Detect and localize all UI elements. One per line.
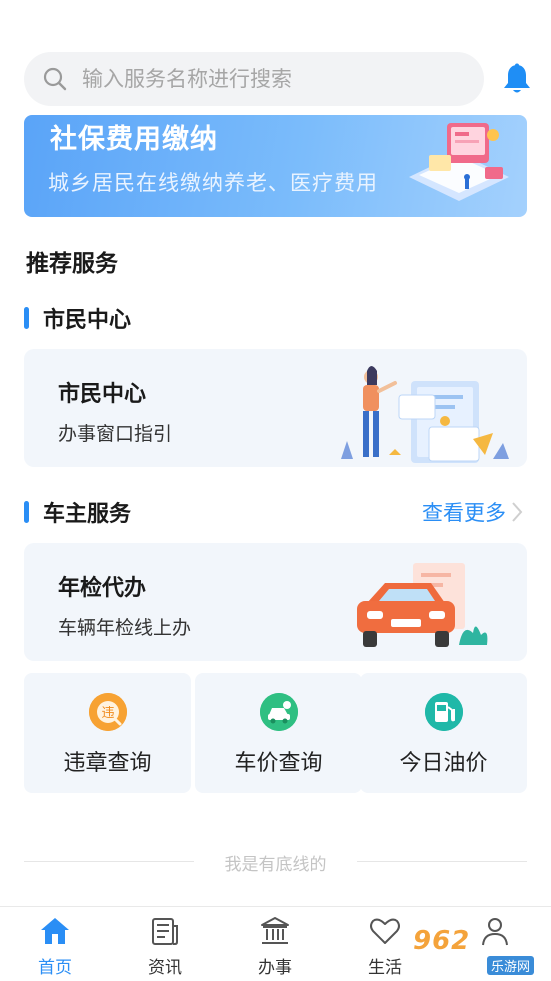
news-icon [152,918,178,945]
banner-title: 社保费用缴纳 [50,124,218,155]
card-title: 年检代办 [58,576,147,601]
tile-violation-query[interactable]: 违 违章查询 [24,673,191,793]
government-icon [261,917,289,944]
tab-label: 办事 [258,958,292,978]
citizen-center-illustration [341,366,509,463]
tab-services[interactable]: 办事 [220,907,330,981]
see-more-link[interactable]: 查看更多 [422,497,506,527]
tile-fuel-price[interactable]: 今日油价 [360,673,527,793]
watermark-top-text: 962 [413,926,471,956]
card-title: 市民中心 [58,382,147,407]
site-watermark-logo: 962 乐游网 [409,926,545,975]
tab-label: 资讯 [148,958,182,978]
tile-label: 违章查询 [63,751,152,776]
bell-icon[interactable] [500,62,534,96]
quick-service-tiles: 违 违章查询 车价查询 今日油价 [24,673,527,793]
car-price-icon [259,693,298,731]
tile-car-price-query[interactable]: 车价查询 [195,673,362,793]
group-label: 市民中心 [43,308,132,333]
heart-icon [370,918,400,944]
search-row [24,52,534,106]
tile-label: 今日油价 [399,751,488,776]
search-icon [43,67,67,91]
svg-text:违: 违 [101,706,114,721]
watermark-bottom-text: 乐游网 [487,956,535,975]
end-of-list-text: 我是有底线的 [224,855,327,875]
end-of-list-divider: 我是有底线的 [24,850,527,875]
group-label: 车主服务 [43,502,132,527]
car-illustration [357,563,488,647]
search-input[interactable] [82,67,432,91]
divider-line-right [357,861,527,862]
card-description: 车辆年检线上办 [58,617,192,639]
home-icon [41,918,69,944]
search-bar[interactable] [24,52,484,106]
group-header-citizen-center: 市民中心 [24,302,528,334]
group-header-car-owner: 车主服务 查看更多 [24,496,528,528]
chevron-right-icon[interactable] [510,500,524,524]
banner-illustration [409,123,509,201]
tab-news[interactable]: 资讯 [110,907,220,981]
group-accent-bar [24,307,29,329]
banner-subtitle: 城乡居民在线缴纳养老、医疗费用 [48,171,378,195]
violation-icon: 违 [88,693,127,731]
section-title-recommended: 推荐服务 [26,251,118,277]
banner-social-security[interactable]: 社保费用缴纳 城乡居民在线缴纳养老、医疗费用 [24,115,527,217]
tab-home[interactable]: 首页 [0,907,110,981]
group-accent-bar [24,501,29,523]
tile-label: 车价查询 [234,751,323,776]
fuel-icon [424,693,463,731]
tab-label: 首页 [38,958,72,978]
card-citizen-center[interactable]: 市民中心 办事窗口指引 [24,349,527,467]
card-annual-inspection[interactable]: 年检代办 车辆年检线上办 [24,543,527,661]
card-description: 办事窗口指引 [58,423,173,445]
